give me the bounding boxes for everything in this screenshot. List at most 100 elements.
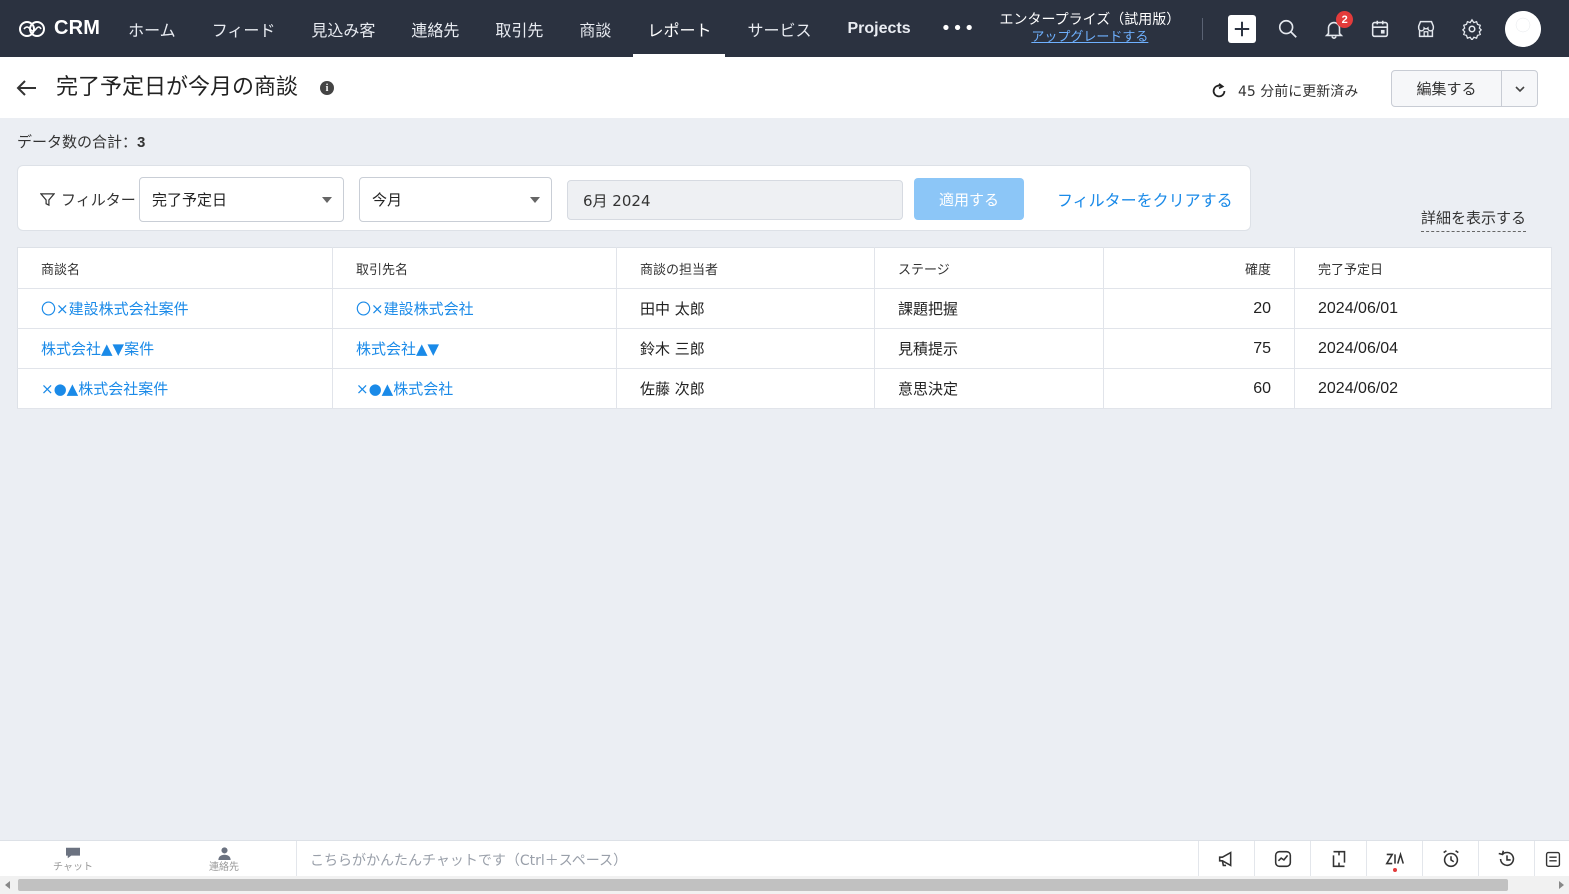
horizontal-scrollbar[interactable] (0, 876, 1569, 894)
search-button[interactable] (1265, 0, 1311, 57)
gear-icon (1462, 18, 1483, 40)
tab-projects[interactable]: Projects (829, 0, 928, 57)
reminder-button[interactable] (1422, 841, 1478, 877)
share-button[interactable] (1310, 841, 1366, 877)
filter-field-select[interactable]: 完了予定日 (139, 177, 344, 222)
filter-label: フィルター (40, 189, 136, 210)
announcement-button[interactable] (1198, 841, 1254, 877)
bottom-divider (296, 841, 297, 877)
clear-filter-link[interactable]: フィルターをクリアする (1057, 187, 1233, 211)
filter-period-value: 今月 (372, 191, 403, 209)
zia-button[interactable] (1366, 841, 1422, 877)
tab-accounts[interactable]: 取引先 (477, 0, 561, 57)
scroll-left-arrow-icon[interactable] (5, 881, 10, 889)
settings-button[interactable] (1449, 0, 1495, 57)
marketplace-button[interactable] (1403, 0, 1449, 57)
chat-input[interactable]: こちらがかんたんチャットです（Ctrl＋スペース） (310, 850, 627, 870)
tab-reports[interactable]: レポート (629, 0, 729, 57)
filter-period-select[interactable]: 今月 (359, 177, 552, 222)
closing-date-cell: 2024/06/01 (1294, 288, 1552, 329)
marketplace-icon (1418, 20, 1435, 37)
calendar-button[interactable] (1357, 0, 1403, 57)
calendar-icon (1372, 20, 1389, 37)
tab-feeds[interactable]: フィード (194, 0, 294, 57)
scrollbar-thumb[interactable] (18, 879, 1508, 891)
tab-contacts[interactable]: 連絡先 (393, 0, 477, 57)
column-header-account-name[interactable]: 取引先名 (332, 247, 617, 289)
stage-cell: 見積提示 (874, 328, 1104, 369)
account-name-link[interactable]: ×●▲株式会社 (332, 368, 617, 409)
account-name-link[interactable]: 〇×建設株式会社 (332, 288, 617, 329)
megaphone-icon (1218, 851, 1231, 867)
top-navigation-bar: CRM ホーム フィード 見込み客 連絡先 取引先 商談 レポート サービス P… (0, 0, 1569, 57)
crm-logo[interactable]: CRM (18, 0, 100, 57)
alarm-icon (1442, 850, 1459, 868)
zia-status-dot (1393, 868, 1397, 872)
probability-cell: 20 (1103, 288, 1295, 329)
column-header-stage[interactable]: ステージ (874, 247, 1104, 289)
column-header-closing-date[interactable]: 完了予定日 (1294, 247, 1552, 289)
brand-name: CRM (54, 17, 101, 39)
stage-cell: 課題把握 (874, 288, 1104, 329)
refresh-status[interactable]: 45 分前に更新済み (1210, 81, 1358, 101)
edition-info: エンタープライズ（試用版） アップグレードする (999, 12, 1180, 46)
filter-date-field: 6月 2024 (567, 180, 903, 220)
tab-home[interactable]: ホーム (110, 0, 194, 57)
record-count: データ数の合計：3 (17, 131, 145, 152)
table-row: 株式会社▲▼案件 株式会社▲▼ 鈴木 三郎 見積提示 75 2024/06/04 (17, 328, 1552, 369)
zia-icon (1384, 851, 1404, 865)
deal-name-link[interactable]: ×●▲株式会社案件 (17, 368, 333, 409)
record-count-value: 3 (137, 134, 146, 151)
history-button[interactable] (1478, 841, 1534, 877)
plus-icon (1228, 14, 1257, 43)
record-count-label: データ数の合計： (17, 133, 138, 151)
info-icon[interactable]: i (320, 81, 334, 95)
table-row: ×●▲株式会社案件 ×●▲株式会社 佐藤 次郎 意思決定 60 2024/06/… (17, 368, 1552, 409)
closing-date-cell: 2024/06/02 (1294, 368, 1552, 409)
table-header-row: 商談名 取引先名 商談の担当者 ステージ 確度 完了予定日 (17, 247, 1552, 289)
more-tabs-button[interactable]: ••• (929, 18, 988, 39)
upgrade-link[interactable]: アップグレードする (1031, 29, 1148, 46)
create-button[interactable] (1219, 0, 1265, 57)
chat-label: チャット (53, 861, 93, 873)
deal-owner-cell: 佐藤 次郎 (616, 368, 875, 409)
edit-button-group: 編集する (1391, 70, 1538, 107)
contacts-button[interactable]: 連絡先 (200, 841, 248, 877)
closing-date-cell: 2024/06/04 (1294, 328, 1552, 369)
column-header-probability[interactable]: 確度 (1103, 247, 1295, 289)
bottom-bar: チャット 連絡先 こちらがかんたんチャットです（Ctrl＋スペース） (0, 840, 1569, 877)
nav-tabs: ホーム フィード 見込み客 連絡先 取引先 商談 レポート サービス Proje… (110, 0, 987, 57)
notifications-button[interactable]: 2 (1311, 0, 1357, 57)
page-title: 完了予定日が今月の商談 (56, 75, 299, 100)
bottom-icons (1198, 841, 1569, 877)
column-header-deal-name[interactable]: 商談名 (17, 247, 333, 289)
search-icon (1279, 19, 1298, 38)
filter-panel: フィルター 完了予定日 今月 6月 2024 適用する フィルターをクリアする (17, 165, 1251, 231)
tab-deals[interactable]: 商談 (561, 0, 629, 57)
scroll-right-arrow-icon[interactable] (1559, 881, 1564, 889)
caret-down-icon (322, 197, 332, 203)
nav-divider (1202, 17, 1204, 40)
refresh-text: 45 分前に更新済み (1238, 84, 1359, 100)
account-name-link[interactable]: 株式会社▲▼ (332, 328, 617, 369)
contacts-label: 連絡先 (209, 861, 239, 873)
deal-name-link[interactable]: 株式会社▲▼案件 (17, 328, 333, 369)
apply-filter-button[interactable]: 適用する (914, 178, 1024, 220)
deal-name-link[interactable]: 〇×建設株式会社案件 (17, 288, 333, 329)
tab-services[interactable]: サービス (729, 0, 829, 57)
avatar[interactable] (1505, 10, 1542, 47)
edit-dropdown-button[interactable] (1502, 71, 1537, 106)
chat-button[interactable]: チャット (48, 841, 98, 877)
notification-badge: 2 (1336, 11, 1354, 28)
share-icon (1332, 850, 1345, 868)
tab-leads[interactable]: 見込み客 (293, 0, 393, 57)
edit-button[interactable]: 編集する (1392, 71, 1502, 106)
report-header: 完了予定日が今月の商談 i 45 分前に更新済み 編集する (0, 57, 1569, 118)
caret-down-icon (530, 197, 540, 203)
column-header-deal-owner[interactable]: 商談の担当者 (616, 247, 875, 289)
activity-button[interactable] (1254, 841, 1310, 877)
history-icon (1498, 850, 1514, 867)
show-details-link[interactable]: 詳細を表示する (1421, 207, 1527, 232)
notes-button[interactable] (1534, 841, 1569, 877)
back-arrow-icon[interactable] (14, 75, 40, 101)
